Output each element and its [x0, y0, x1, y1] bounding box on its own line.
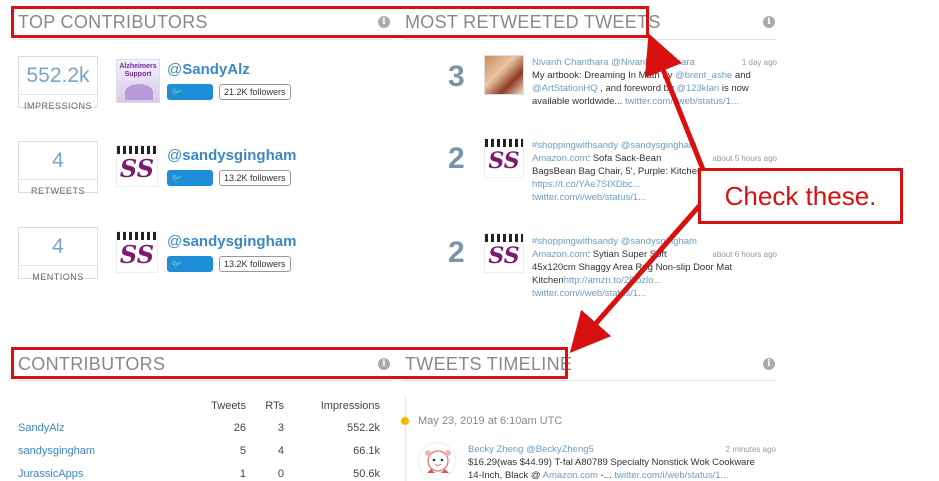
annotation-arrows	[569, 33, 711, 354]
callout-text: Check these.	[724, 180, 877, 211]
callout-box: Check these.	[698, 168, 903, 224]
